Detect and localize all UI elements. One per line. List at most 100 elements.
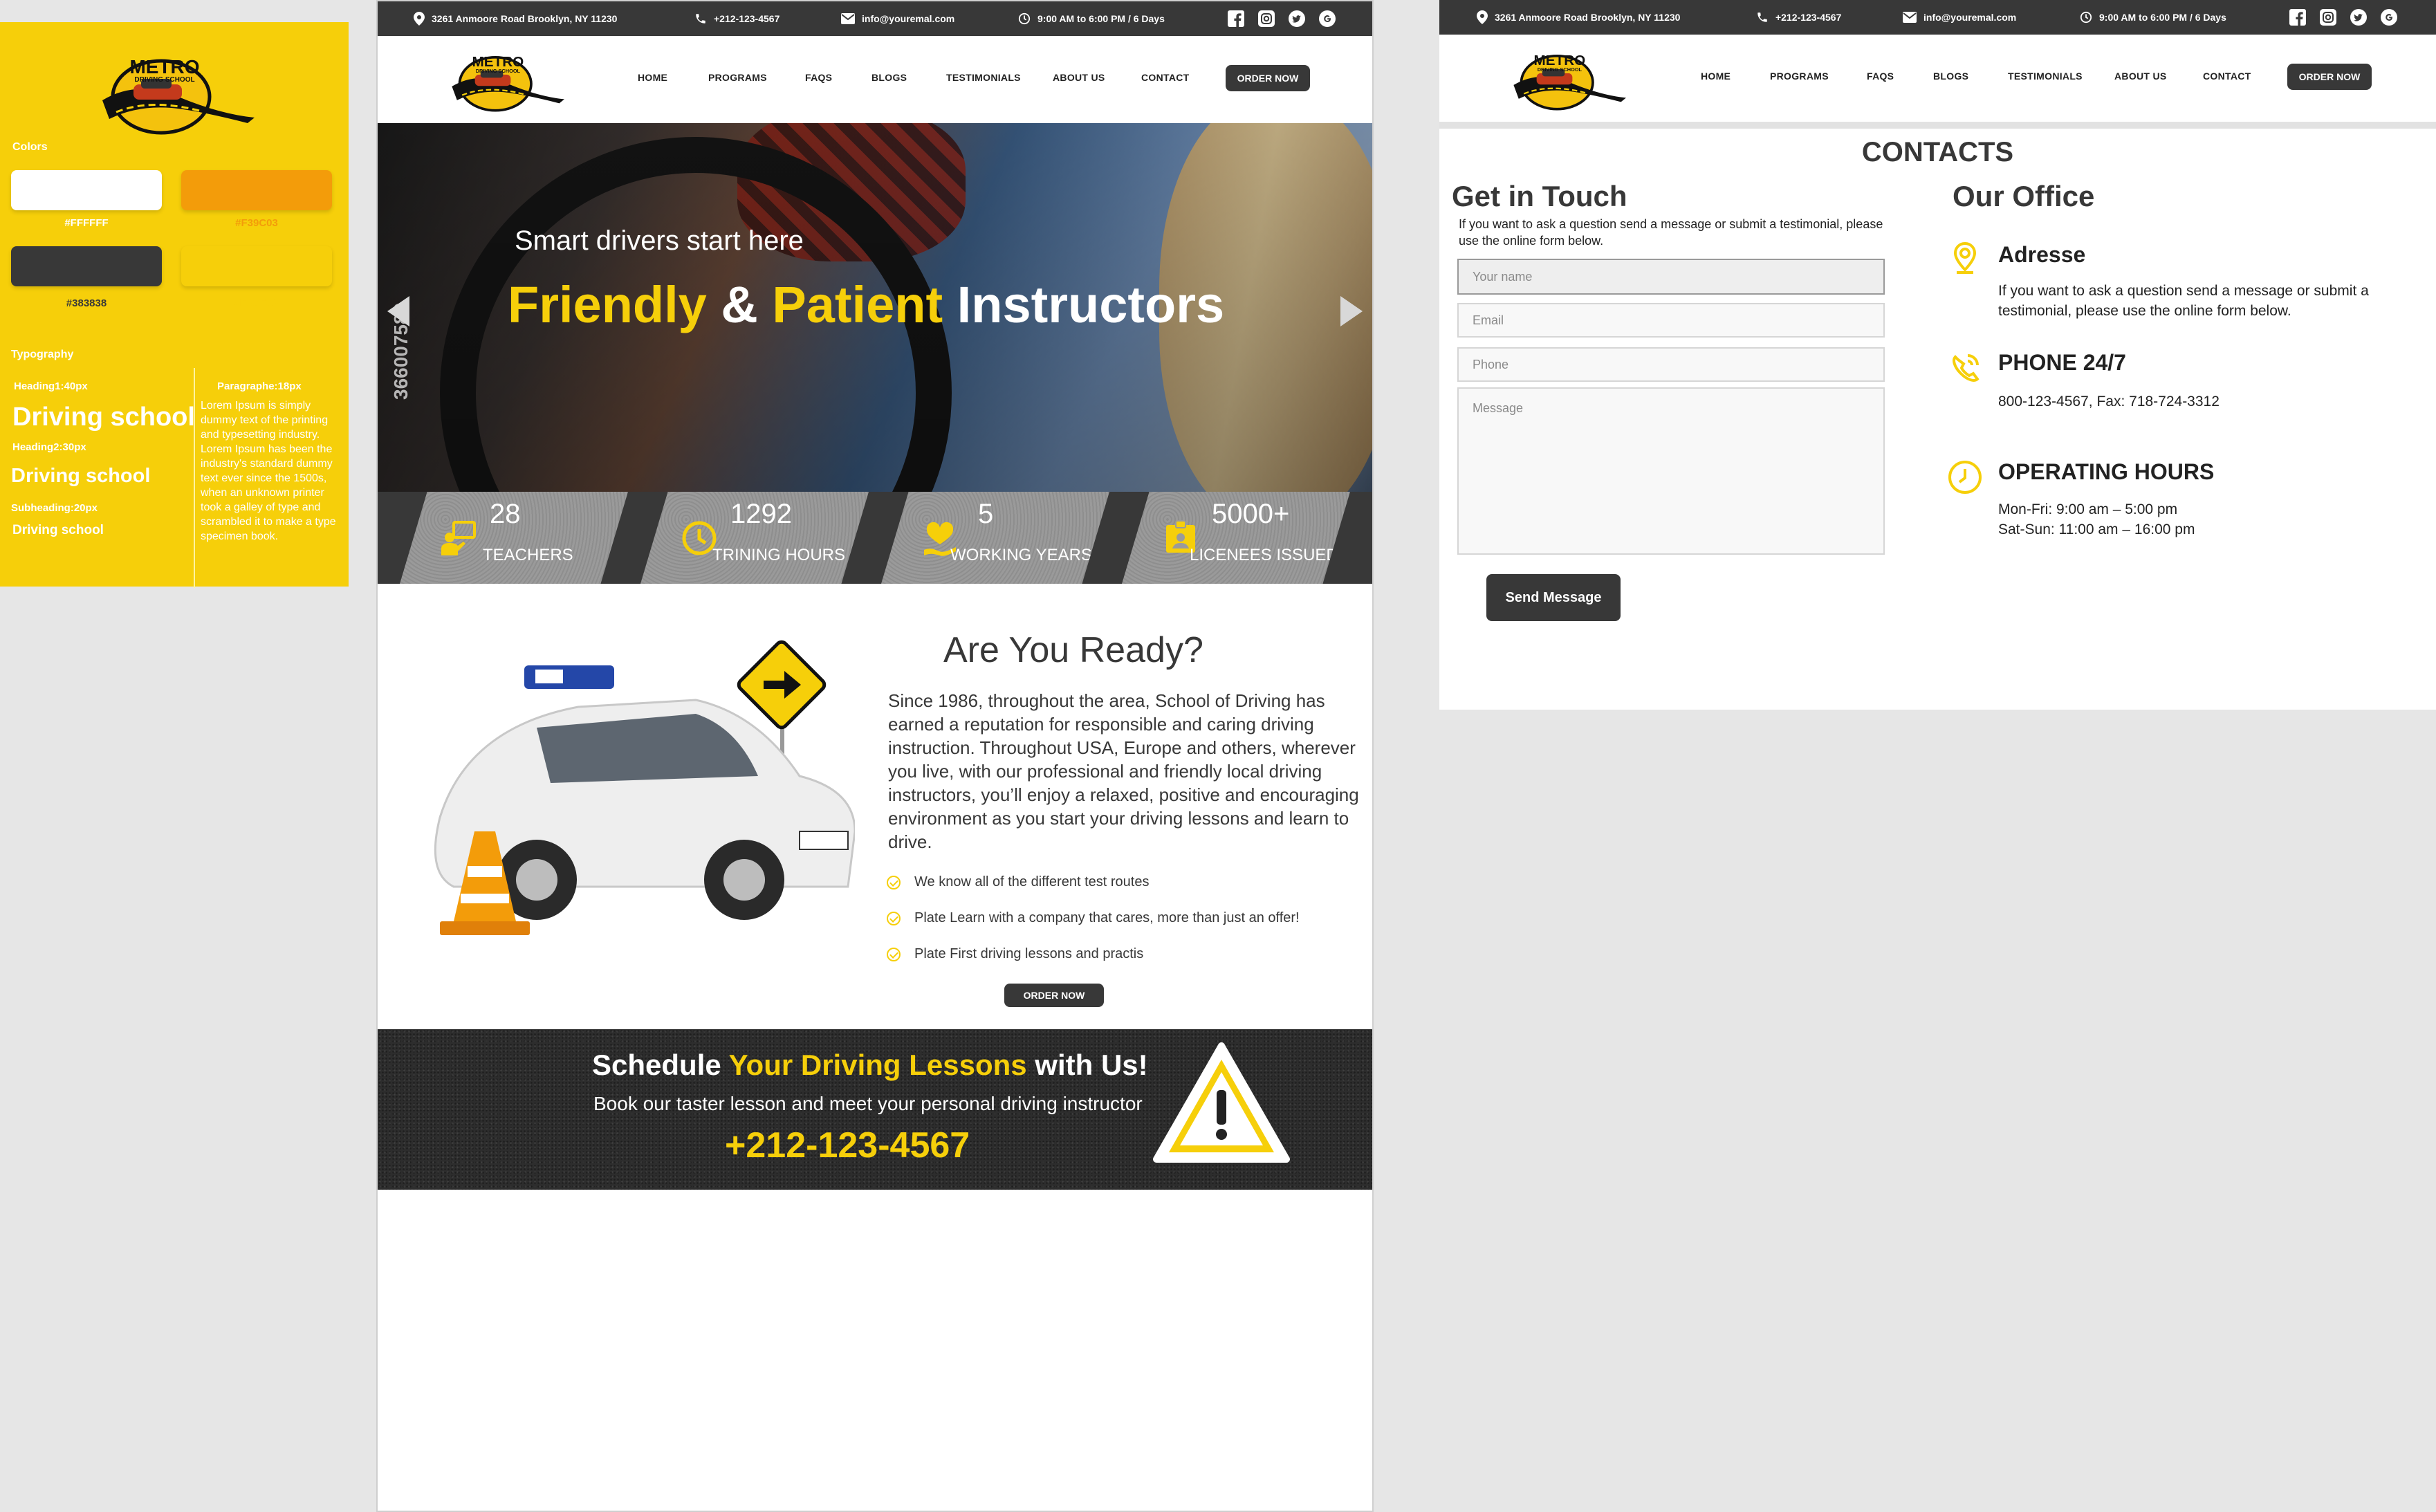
top-bar: 3261 Anmoore Road Brooklyn, NY 11230 +21… [1439, 0, 2436, 35]
nav-blogs[interactable]: BLOGS [871, 72, 907, 83]
nav-about-us[interactable]: ABOUT US [1053, 72, 1105, 83]
main-nav: HOME PROGRAMS FAQS BLOGS TESTIMONIALS AB… [378, 36, 1372, 123]
instagram-icon[interactable] [2319, 8, 2337, 26]
stat-licenses-label: LICENEES ISSUED [1190, 546, 1338, 564]
facebook-icon[interactable] [2289, 8, 2307, 26]
check-icon [887, 947, 901, 961]
mail-icon [841, 13, 855, 24]
stat-years-number: 5 [978, 499, 994, 529]
hours-info: 9:00 AM to 6:00 PM / 6 Days [2080, 0, 2226, 35]
ready-list-item: Plate First driving lessons and practis [887, 946, 1143, 962]
brand-logo[interactable] [1508, 42, 1626, 118]
location-pin-icon [1477, 10, 1488, 24]
google-icon[interactable] [1318, 10, 1336, 28]
ready-order-button[interactable]: ORDER NOW [1004, 984, 1104, 1007]
email-info[interactable]: info@youremal.com [1903, 0, 2016, 35]
schedule-title-c: with Us! [1026, 1049, 1148, 1081]
ready-list-text: We know all of the different test routes [914, 874, 1150, 889]
phone-field[interactable]: Phone [1457, 347, 1885, 382]
hours-text: 9:00 AM to 6:00 PM / 6 Days [2099, 12, 2226, 23]
email-field[interactable]: Email [1457, 303, 1885, 338]
google-icon[interactable] [2380, 8, 2398, 26]
phone-text: +212-123-4567 [714, 13, 780, 24]
ready-list-item: We know all of the different test routes [887, 874, 1149, 890]
sub-sample: Driving school [12, 523, 104, 537]
hero-slider: 366007589 Smart drivers start here Frien… [378, 123, 1372, 492]
style-guide-panel: Colors #FFFFFF #F39C03 #383838 #F6CF0A T… [0, 22, 349, 588]
hero-title-word2: Patient [772, 276, 943, 333]
nav-blogs[interactable]: BLOGS [1933, 71, 1968, 82]
slider-prev-icon[interactable] [387, 296, 409, 326]
schedule-title: Schedule Your Driving Lessons with Us! [592, 1049, 1148, 1082]
nav-home[interactable]: HOME [638, 72, 667, 83]
nav-about-us[interactable]: ABOUT US [2114, 71, 2167, 82]
ready-list-text: Plate Learn with a company that cares, m… [914, 910, 1300, 925]
stats-bar: 28 TEACHERS 1292 TRINING HOURS 5 WORKING… [378, 492, 1372, 584]
hours-heading: OPERATING HOURS [1998, 459, 2215, 484]
slider-next-icon[interactable] [1340, 296, 1363, 326]
clock-icon [1948, 461, 1982, 494]
ready-list-text: Plate First driving lessons and practis [914, 946, 1144, 961]
nav-contact[interactable]: CONTACT [1141, 72, 1190, 83]
nav-testimonials[interactable]: TESTIMONIALS [2008, 71, 2083, 82]
address-info: 3261 Anmoore Road Brooklyn, NY 11230 [1477, 0, 1680, 35]
stat-licenses-number: 5000+ [1212, 499, 1290, 529]
hours-text: 9:00 AM to 6:00 PM / 6 Days [1037, 13, 1165, 24]
instagram-icon[interactable] [1257, 10, 1275, 28]
clock-small-icon [2080, 11, 2092, 24]
check-icon [887, 875, 901, 889]
message-field[interactable]: Message [1457, 387, 1885, 555]
schedule-banner: Schedule Your Driving Lessons with Us! B… [378, 1029, 1372, 1190]
hours-weekend-text: Sat-Sun: 11:00 am – 16:00 pm [1998, 522, 2195, 537]
email-info[interactable]: info@youremal.com [841, 1, 954, 36]
swatch-dark-label: #383838 [66, 297, 107, 309]
address-info: 3261 Anmoore Road Brooklyn, NY 11230 [414, 1, 617, 36]
twitter-icon[interactable] [2350, 8, 2368, 26]
phone-info[interactable]: +212-123-4567 [694, 1, 779, 36]
stat-teachers-number: 28 [490, 499, 521, 529]
sub-spec: Subheading:20px [11, 502, 98, 514]
hero-title-word1: Friendly [508, 276, 707, 333]
address-text: 3261 Anmoore Road Brooklyn, NY 11230 [432, 13, 618, 24]
schedule-subtitle: Book our taster lesson and meet your per… [593, 1093, 1143, 1114]
send-message-button[interactable]: Send Message [1486, 574, 1621, 621]
twitter-icon[interactable] [1288, 10, 1306, 28]
stat-teachers: 28 TEACHERS [400, 492, 628, 584]
stat-hours-number: 1292 [730, 499, 792, 529]
home-page: 3261 Anmoore Road Brooklyn, NY 11230 +21… [376, 0, 1374, 1512]
location-pin-icon [414, 12, 425, 26]
para-sample: Lorem Ipsum is simply dummy text of the … [201, 400, 336, 542]
nav-home[interactable]: HOME [1701, 71, 1731, 82]
facebook-icon[interactable] [1227, 10, 1245, 28]
h2-spec: Heading2:30px [12, 441, 86, 453]
section-divider [1439, 122, 2436, 129]
order-now-button[interactable]: ORDER NOW [2287, 64, 2372, 90]
swatch-orange [181, 170, 332, 210]
phone-number-text: 800-123-4567, Fax: 718-724-3312 [1998, 394, 2220, 409]
ready-list-item: Plate Learn with a company that cares, m… [887, 910, 1300, 926]
location-pin-icon [1953, 241, 1977, 274]
phone-info[interactable]: +212-123-4567 [1756, 0, 1841, 35]
phone-icon [696, 14, 705, 24]
nav-faqs[interactable]: FAQS [1867, 71, 1894, 82]
nav-testimonials[interactable]: TESTIMONIALS [946, 72, 1021, 83]
car-illustration [434, 640, 855, 935]
hero-subtitle: Smart drivers start here [515, 225, 804, 256]
phone-heading: PHONE 24/7 [1998, 350, 2126, 375]
order-now-button[interactable]: ORDER NOW [1226, 65, 1310, 91]
nav-programs[interactable]: PROGRAMS [1770, 71, 1829, 82]
stat-licenses: 5000+ LICENEES ISSUED [1122, 492, 1350, 584]
stat-years-label: WORKING YEARS [950, 546, 1092, 564]
colors-title: Colors [12, 141, 48, 153]
brand-logo [95, 42, 255, 135]
nav-faqs[interactable]: FAQS [805, 72, 832, 83]
brand-logo[interactable] [447, 43, 564, 119]
nav-contact[interactable]: CONTACT [2203, 71, 2251, 82]
address-text: If you want to ask a question send a mes… [1998, 283, 2369, 319]
stat-hours-label: TRINING HOURS [712, 546, 845, 564]
schedule-title-b: Your Driving Lessons [728, 1049, 1027, 1081]
schedule-phone[interactable]: +212-123-4567 [725, 1125, 970, 1166]
nav-programs[interactable]: PROGRAMS [708, 72, 767, 83]
name-field[interactable]: Your name [1457, 259, 1885, 295]
phone-ring-icon [1953, 354, 1980, 382]
